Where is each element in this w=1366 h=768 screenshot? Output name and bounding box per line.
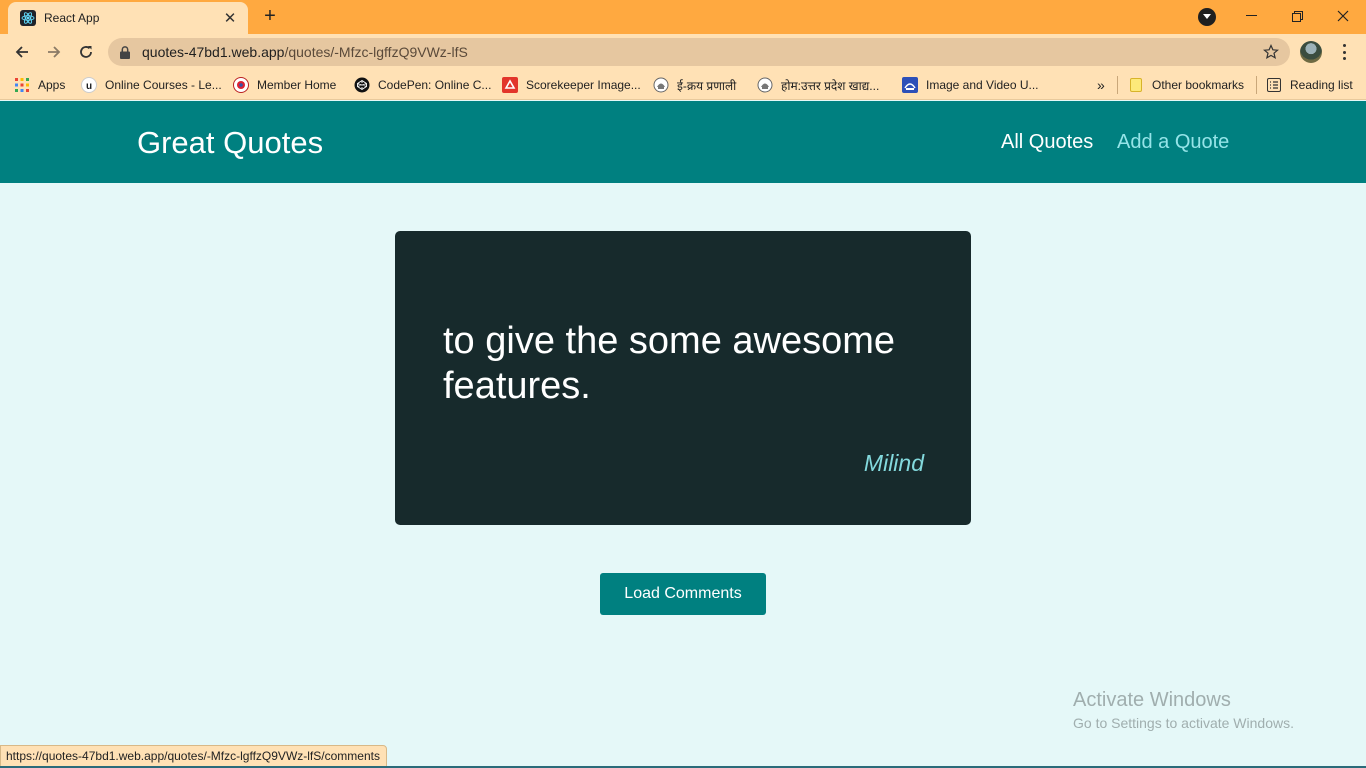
- status-url-bubble: https://quotes-47bd1.web.app/quotes/-Mfz…: [0, 745, 387, 767]
- quote-text: to give the some awesome features.: [443, 320, 896, 407]
- bookmark-label: ई-क्रय प्रणाली: [677, 78, 737, 93]
- app-header: Great Quotes All Quotes Add a Quote: [0, 101, 1366, 183]
- minimize-icon[interactable]: [1228, 4, 1274, 28]
- bookmarks-bar: Apps u Online Courses - Le... Member Hom…: [0, 70, 1366, 100]
- bookmarks-divider: [1256, 76, 1257, 94]
- lock-icon: [120, 44, 134, 60]
- url-path: /quotes/-Mfzc-lgffzQ9VWz-lfS: [284, 44, 468, 60]
- reload-icon[interactable]: [73, 39, 99, 65]
- nav-add-quote[interactable]: Add a Quote: [1117, 131, 1229, 154]
- bookmark-online-courses[interactable]: u Online Courses - Le...: [81, 76, 222, 94]
- bookmark-label: CodePen: Online C...: [378, 78, 492, 92]
- emblem-icon: [653, 77, 669, 93]
- more-menu-icon[interactable]: [1336, 42, 1352, 62]
- bookmark-e-kray[interactable]: ई-क्रय प्रणाली: [653, 76, 736, 94]
- tab-strip: React App ✕ +: [0, 0, 1366, 34]
- bookmarks-divider: [1117, 76, 1118, 94]
- profile-avatar[interactable]: [1300, 41, 1322, 63]
- reading-list[interactable]: Reading list: [1266, 76, 1353, 94]
- quote-card: to give the some awesome features. Milin…: [395, 231, 971, 525]
- activate-windows-subtitle: Go to Settings to activate Windows.: [1073, 715, 1294, 731]
- app-logo: Great Quotes: [137, 125, 323, 161]
- bookmark-other[interactable]: Other bookmarks: [1128, 76, 1244, 94]
- folder-icon: [1128, 77, 1144, 93]
- react-icon: [20, 10, 36, 26]
- forward-arrow-icon[interactable]: [41, 39, 67, 65]
- svg-text:u: u: [86, 81, 92, 92]
- back-arrow-icon[interactable]: [9, 39, 35, 65]
- close-tab-icon[interactable]: ✕: [222, 9, 238, 27]
- bookmark-up-food[interactable]: होम:उत्तर प्रदेश खाद्य...: [757, 76, 879, 94]
- bookmark-label: Online Courses - Le...: [105, 78, 222, 92]
- udemy-icon: u: [81, 77, 97, 93]
- other-bookmarks-label: Other bookmarks: [1152, 78, 1245, 92]
- bookmark-label: Member Home: [257, 78, 337, 92]
- image-upload-icon: [902, 77, 918, 93]
- reading-list-label: Reading list: [1290, 78, 1353, 92]
- bookmark-label: Apps: [38, 78, 66, 92]
- tab-search-icon[interactable]: [1198, 8, 1216, 26]
- browser-toolbar: quotes-47bd1.web.app/quotes/-Mfzc-lgffzQ…: [0, 34, 1366, 70]
- scorekeeper-icon: [502, 77, 518, 93]
- member-home-icon: [233, 77, 249, 93]
- bookmark-scorekeeper[interactable]: Scorekeeper Image...: [502, 76, 641, 94]
- bookmark-apps[interactable]: Apps: [14, 76, 65, 94]
- address-bar[interactable]: quotes-47bd1.web.app/quotes/-Mfzc-lgffzQ…: [108, 38, 1290, 66]
- new-tab-plus-icon[interactable]: +: [258, 6, 282, 28]
- browser-tab[interactable]: React App ✕: [8, 2, 248, 34]
- codepen-icon: [354, 77, 370, 93]
- bookmark-member-home[interactable]: Member Home: [233, 76, 336, 94]
- activate-windows-title: Activate Windows: [1073, 689, 1231, 711]
- bookmark-label: होम:उत्तर प्रदेश खाद्य...: [781, 78, 880, 93]
- emblem-icon: [757, 77, 773, 93]
- reading-list-icon: [1266, 77, 1282, 93]
- bookmark-star-icon[interactable]: [1262, 43, 1280, 61]
- bookmarks-overflow-icon[interactable]: »: [1097, 76, 1105, 94]
- close-window-icon[interactable]: [1320, 4, 1366, 28]
- bookmark-image-video[interactable]: Image and Video U...: [902, 76, 1039, 94]
- restore-icon[interactable]: [1274, 4, 1320, 28]
- load-comments-button[interactable]: Load Comments: [600, 573, 766, 615]
- logo-text: Great Quotes: [137, 125, 324, 160]
- bookmark-codepen[interactable]: CodePen: Online C...: [354, 76, 491, 94]
- bookmark-label: Image and Video U...: [926, 78, 1039, 92]
- tab-title: React App: [44, 11, 100, 25]
- bookmark-label: Scorekeeper Image...: [526, 78, 641, 92]
- quote-author: Milind: [863, 450, 924, 476]
- apps-grid-icon: [14, 77, 30, 93]
- url-host: quotes-47bd1.web.app: [142, 44, 285, 60]
- nav-all-quotes[interactable]: All Quotes: [1001, 131, 1093, 154]
